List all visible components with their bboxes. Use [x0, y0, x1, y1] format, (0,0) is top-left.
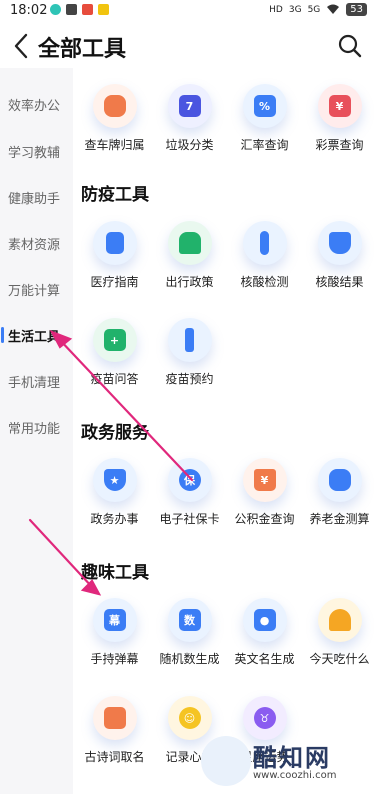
sidebar-item-life-tools[interactable]: 生活工具: [0, 312, 73, 358]
app-notification-icon: [50, 4, 61, 15]
sidebar-item-calculator[interactable]: 万能计算: [0, 266, 73, 312]
house-fund-icon: ¥: [242, 458, 287, 502]
status-time: 18:02: [10, 3, 48, 18]
sidebar-item-efficiency[interactable]: 效率办公: [0, 81, 73, 127]
page-title: 全部工具: [38, 37, 127, 62]
sidebar-item-health[interactable]: 健康助手: [0, 174, 73, 220]
dish-cover-icon: [317, 598, 362, 642]
tool-english-name[interactable]: ● 英文名生成: [227, 598, 302, 667]
medical-kit-icon: +: [92, 318, 137, 362]
back-arrow-icon[interactable]: [10, 32, 34, 60]
tool-random-number[interactable]: 数 随机数生成: [152, 598, 227, 667]
tool-label: 公积金查询: [234, 512, 295, 526]
sidebar-item-label: 手机清理: [8, 375, 61, 391]
exchange-rate-icon: %: [242, 84, 287, 128]
tool-label: 电子社保卡: [159, 512, 220, 526]
flask-icon: [317, 221, 362, 265]
sidebar-item-label: 素材资源: [8, 237, 61, 253]
social-security-icon: 保: [167, 458, 212, 502]
document-icon: [92, 221, 137, 265]
random-number-icon: 数: [167, 598, 212, 642]
sidebar-item-label: 万能计算: [8, 283, 61, 299]
tool-label: 疫苗问答: [90, 372, 139, 386]
test-tube-icon: [242, 221, 287, 265]
category-sidebar: 效率办公 学习教辅 健康助手 素材资源 万能计算 生活工具 手机清理 常用功能: [0, 68, 73, 794]
tool-label: 疫苗预约: [165, 372, 214, 386]
tool-gov-affairs[interactable]: ★ 政务办事: [77, 458, 152, 527]
tool-medical-guide[interactable]: 医疗指南: [77, 221, 152, 290]
tool-label: 垃圾分类: [165, 138, 214, 152]
tool-vaccine-qa[interactable]: + 疫苗问答: [77, 318, 152, 387]
sidebar-item-label: 常用功能: [8, 421, 61, 437]
tool-label: 查车牌归属: [84, 138, 145, 152]
battery-indicator: 53: [346, 3, 367, 16]
syringe-icon: [167, 318, 212, 362]
signal-3g-icon: 3G: [288, 4, 302, 15]
tool-poem-naming[interactable]: 古诗词取名: [77, 696, 152, 765]
tool-housing-fund[interactable]: ¥ 公积金查询: [227, 458, 302, 527]
status-bar: 18:02 HD 3G 5G 53: [0, 0, 375, 22]
mail-notification-icon: [98, 4, 109, 15]
hd-badge: HD: [269, 4, 283, 15]
sidebar-item-common[interactable]: 常用功能: [0, 404, 73, 450]
tool-lottery[interactable]: ¥ 彩票查询: [302, 84, 375, 153]
tool-label: 古诗词取名: [84, 750, 145, 764]
tool-social-card[interactable]: 保 电子社保卡: [152, 458, 227, 527]
tool-nucleic-result[interactable]: 核酸结果: [302, 221, 375, 290]
tool-travel-policy[interactable]: 出行政策: [152, 221, 227, 290]
tools-panel: 查车牌归属 7 垃圾分类 % 汇率查询 ¥ 彩票查询 防疫工具 医疗指南 出行政…: [73, 68, 375, 794]
notification-icons: [50, 4, 109, 15]
trash-bin-icon: 7: [167, 84, 212, 128]
tool-nucleic-test[interactable]: 核酸检测: [227, 221, 302, 290]
search-icon[interactable]: [337, 33, 363, 59]
scroll-icon: [92, 696, 137, 740]
tool-what-to-eat[interactable]: 今天吃什么: [302, 598, 375, 667]
section-title-fun: 趣味工具: [81, 563, 149, 583]
tool-label: 今天吃什么: [309, 652, 370, 666]
sidebar-item-label: 效率办公: [8, 98, 61, 114]
watermark-name: 酷知网: [253, 744, 331, 772]
tool-label: 手持弹幕: [90, 652, 139, 666]
person-card-icon: ●: [242, 598, 287, 642]
tool-label: 随机数生成: [159, 652, 220, 666]
tool-label: 养老金测算: [309, 512, 370, 526]
sidebar-item-study[interactable]: 学习教辅: [0, 128, 73, 174]
tool-pension-calc[interactable]: 养老金测算: [302, 458, 375, 527]
tool-label: 医疗指南: [90, 275, 139, 289]
sidebar-item-phone-clean[interactable]: 手机清理: [0, 358, 73, 404]
video-notification-icon: [66, 4, 77, 15]
sidebar-item-label: 生活工具: [8, 329, 61, 345]
tool-label: 英文名生成: [234, 652, 295, 666]
tool-label: 出行政策: [165, 275, 214, 289]
danmu-icon: 幕: [92, 598, 137, 642]
sidebar-item-materials[interactable]: 素材资源: [0, 220, 73, 266]
watermark: 酷知网 www.coozhi.com: [201, 732, 371, 792]
train-icon: [167, 221, 212, 265]
badge-icon: ★: [92, 458, 137, 502]
map-notification-icon: [82, 4, 93, 15]
watermark-url: www.coozhi.com: [253, 770, 337, 781]
lottery-icon: ¥: [317, 84, 362, 128]
section-title-government: 政务服务: [81, 423, 149, 443]
car-icon: [92, 84, 137, 128]
app-header: 全部工具: [0, 24, 375, 68]
tool-label: 政务办事: [90, 512, 139, 526]
tool-plate-lookup[interactable]: 查车牌归属: [77, 84, 152, 153]
sidebar-item-label: 健康助手: [8, 191, 61, 207]
tool-exchange-rate[interactable]: % 汇率查询: [227, 84, 302, 153]
tool-label: 汇率查询: [240, 138, 289, 152]
tool-label: 彩票查询: [315, 138, 364, 152]
watermark-logo-icon: [201, 736, 251, 786]
signal-5g-icon: 5G: [307, 4, 321, 15]
sidebar-item-label: 学习教辅: [8, 145, 61, 161]
section-title-epidemic: 防疫工具: [81, 185, 149, 205]
active-indicator: [1, 327, 4, 343]
pension-icon: [317, 458, 362, 502]
tool-label: 核酸结果: [315, 275, 364, 289]
tool-label: 核酸检测: [240, 275, 289, 289]
tool-danmu[interactable]: 幕 手持弹幕: [77, 598, 152, 667]
tool-vaccine-booking[interactable]: 疫苗预约: [152, 318, 227, 387]
wifi-icon: [327, 4, 340, 14]
tool-rubbish-sort[interactable]: 7 垃圾分类: [152, 84, 227, 153]
